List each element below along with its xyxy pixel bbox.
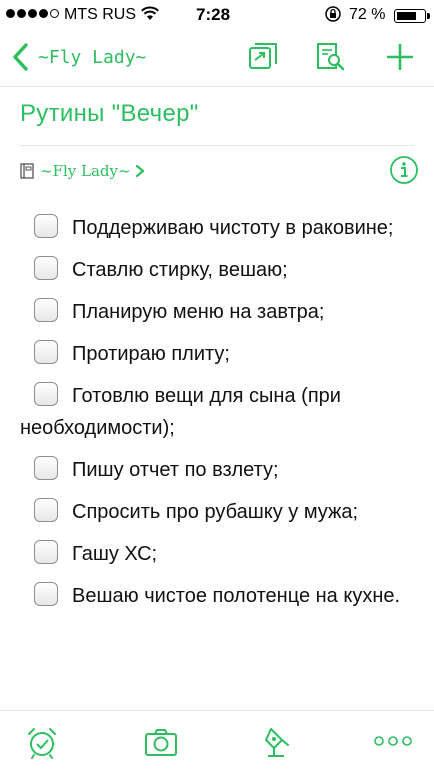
checkbox[interactable] — [34, 214, 58, 238]
bottom-toolbar — [0, 710, 434, 771]
more-icon[interactable] — [373, 731, 413, 751]
carrier-label: MTS RUS — [64, 6, 136, 23]
checklist-item: Протираю плиту; — [20, 338, 420, 370]
checklist-item: Планирую меню на завтра; — [20, 296, 420, 328]
checkbox[interactable] — [34, 340, 58, 364]
back-chevron-icon — [13, 43, 28, 71]
battery-icon — [394, 9, 430, 23]
rotation-lock-icon — [325, 6, 341, 22]
back-button[interactable]: ~Fly Lady~ — [8, 40, 146, 74]
checkbox[interactable] — [34, 582, 58, 606]
checklist-item: Готовлю вещи для сына (при необходимости… — [20, 380, 420, 444]
checklist-item: Пишу отчет по взлету; — [20, 454, 420, 486]
signal-strength-icon — [6, 9, 59, 18]
wifi-icon — [141, 6, 159, 20]
checklist-item-text: Протираю плиту; — [72, 343, 230, 365]
checklist-item-text: Поддерживаю чистоту в раковине; — [72, 217, 394, 239]
checklist-item: Гашу ХС; — [20, 538, 420, 570]
find-in-note-icon[interactable] — [313, 40, 347, 74]
checklist-item-text: Планирую меню на завтра; — [72, 301, 325, 323]
checkbox[interactable] — [34, 456, 58, 480]
checkbox[interactable] — [34, 298, 58, 322]
checkbox[interactable] — [34, 256, 58, 280]
divider — [20, 145, 414, 146]
checkbox[interactable] — [34, 498, 58, 522]
checkbox[interactable] — [34, 540, 58, 564]
notebook-icon — [20, 163, 34, 179]
camera-icon[interactable] — [144, 725, 178, 759]
checklist-item-text: Пишу отчет по взлету; — [72, 459, 279, 481]
checklist-item: Ставлю стирку, вешаю; — [20, 254, 420, 286]
move-note-icon[interactable] — [246, 40, 280, 74]
checklist-item: Спросить про рубашку у мужа; — [20, 496, 420, 528]
navigation-bar: ~Fly Lady~ — [0, 30, 434, 87]
clock: 7:28 — [196, 5, 231, 24]
add-icon[interactable] — [383, 40, 417, 74]
battery-percent: 72 % — [349, 6, 386, 23]
checklist-item-text: Вешаю чистое полотенце на кухне. — [72, 585, 401, 607]
info-icon[interactable] — [389, 155, 419, 185]
status-bar: MTS RUS 7:28 72 % — [0, 0, 434, 30]
reminder-alarm-icon[interactable] — [25, 725, 59, 759]
checklist-item-text: Готовлю вещи для сына (при необходимости… — [20, 385, 341, 439]
draw-pen-icon[interactable] — [260, 725, 294, 759]
chevron-right-icon — [135, 164, 144, 178]
checklist-item: Поддерживаю чистоту в раковине; — [20, 212, 420, 244]
checklist-item-text: Гашу ХС; — [72, 543, 158, 565]
note-title[interactable]: Рутины "Вечер" — [20, 100, 199, 128]
back-button-label: ~Fly Lady~ — [38, 46, 147, 68]
checkbox[interactable] — [34, 382, 58, 406]
checklist-item-text: Ставлю стирку, вешаю; — [72, 259, 288, 281]
checklist-item-text: Спросить про рубашку у мужа; — [72, 501, 359, 523]
notebook-selector[interactable]: ~Fly Lady~ — [20, 160, 145, 182]
checklist: Поддерживаю чистоту в раковине; Ставлю с… — [20, 212, 420, 622]
notebook-name: ~Fly Lady~ — [40, 162, 131, 180]
checklist-item: Вешаю чистое полотенце на кухне. — [20, 580, 420, 612]
